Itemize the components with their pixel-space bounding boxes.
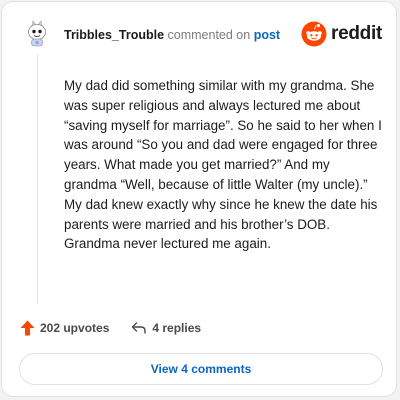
comment-card: Tribbles_Trouble commented on post reddi… (1, 1, 397, 397)
upvote-count: 202 upvotes (40, 321, 110, 335)
reddit-brand: reddit (301, 21, 382, 47)
reddit-logo-icon (301, 21, 327, 47)
reply-count: 4 replies (152, 321, 202, 335)
avatar[interactable] (24, 20, 50, 48)
comment-header: Tribbles_Trouble commented on post (64, 27, 280, 43)
upvote-button[interactable]: 202 upvotes (20, 320, 109, 336)
comment-actions: 202 upvotes 4 replies (20, 320, 201, 336)
snoo-avatar-icon (28, 20, 46, 47)
upvote-arrow-icon (20, 320, 35, 336)
view-comments-button[interactable]: View 4 comments (19, 353, 383, 385)
action-text: commented on (167, 28, 251, 42)
reply-button[interactable]: 4 replies (131, 321, 201, 335)
reply-arrow-icon (132, 322, 147, 334)
username[interactable]: Tribbles_Trouble (64, 28, 164, 42)
brand-wordmark: reddit (331, 23, 382, 44)
comment-body: My dad did something similar with my gra… (64, 78, 382, 252)
thread-line (37, 54, 38, 304)
post-link[interactable]: post (254, 28, 280, 42)
